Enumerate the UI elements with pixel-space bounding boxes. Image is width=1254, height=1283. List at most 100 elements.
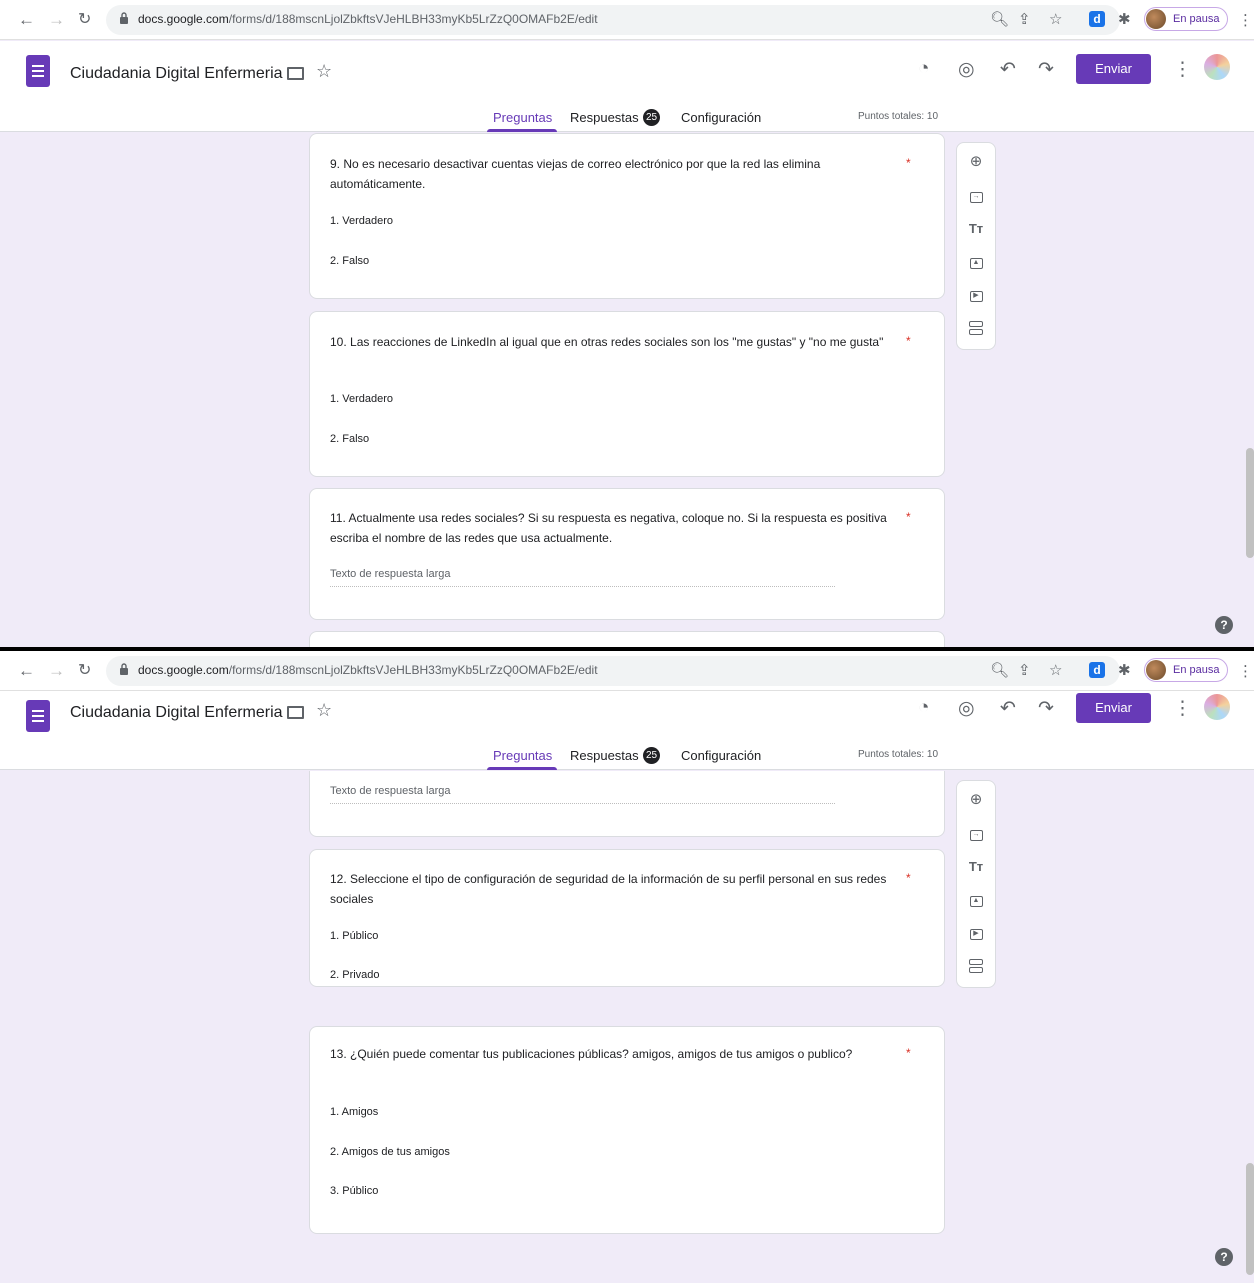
scrollbar-thumb[interactable] [1246, 1163, 1254, 1275]
question-card-13[interactable]: 13. ¿Quién puede comentar tus publicacio… [309, 1026, 945, 1234]
required-asterisk: * [906, 871, 911, 885]
add-question-icon[interactable]: ⊕ [957, 790, 995, 812]
required-asterisk: * [906, 1046, 911, 1060]
folder-icon[interactable] [287, 67, 304, 80]
responses-count-badge: 25 [643, 747, 660, 764]
option-item[interactable]: 2. Falso [330, 255, 369, 267]
option-item[interactable]: 3. Público [330, 1185, 378, 1197]
scrollbar-thumb[interactable] [1246, 448, 1254, 558]
avatar[interactable] [1204, 54, 1230, 80]
share-icon[interactable]: ⇪ [1018, 11, 1031, 29]
more-options-icon[interactable]: ⋮ [1173, 58, 1192, 81]
tab-questions[interactable]: Preguntas [493, 748, 552, 763]
add-title-icon[interactable]: Tт [957, 218, 995, 240]
question-card-11[interactable]: Texto de respuesta larga [309, 771, 945, 837]
zoom-icon[interactable]: 🔍︎ [990, 11, 1009, 29]
redo-icon[interactable]: ↷ [1038, 697, 1054, 720]
share-icon[interactable]: ⇪ [1018, 662, 1031, 680]
help-icon[interactable]: ? [1215, 1248, 1233, 1266]
question-card-10[interactable]: 10. Las reacciones de LinkedIn al igual … [309, 311, 945, 477]
palette-icon[interactable]: ◔ [918, 697, 929, 719]
form-tabs: Preguntas Respuestas Configuración [0, 107, 1254, 132]
long-answer-field[interactable]: Texto de respuesta larga [330, 568, 835, 587]
add-video-icon[interactable]: ▶ [957, 922, 995, 944]
extensions-puzzle-icon[interactable]: ✱ [1118, 662, 1131, 680]
zoom-icon[interactable]: 🔍︎ [990, 662, 1009, 680]
add-video-icon[interactable]: ▶ [957, 284, 995, 306]
option-item[interactable]: 2. Falso [330, 433, 369, 445]
browser-toolbar: ← → ↻ docs.google.com/forms/d/188mscnLjo… [0, 0, 1254, 40]
preview-eye-icon[interactable]: ◎ [958, 58, 975, 81]
back-arrow-icon[interactable]: ← [18, 10, 35, 30]
forward-arrow-icon[interactable]: → [48, 661, 65, 681]
google-forms-logo-icon[interactable] [26, 55, 50, 87]
add-question-icon[interactable]: ⊕ [957, 152, 995, 174]
send-button[interactable]: Enviar [1076, 693, 1151, 723]
palette-icon[interactable]: ◔ [918, 58, 929, 80]
tab-questions[interactable]: Preguntas [493, 110, 552, 125]
add-image-icon[interactable]: ▲ [957, 251, 995, 273]
tab-responses[interactable]: Respuestas [570, 748, 639, 763]
browser-menu-icon[interactable]: ⋮ [1238, 11, 1253, 29]
add-image-icon[interactable]: ▲ [957, 889, 995, 911]
url-text: docs.google.com/forms/d/188mscnLjolZbkft… [138, 12, 598, 26]
question-title[interactable]: 9. No es necesario desactivar cuentas vi… [330, 154, 895, 194]
question-card-9[interactable]: 9. No es necesario desactivar cuentas vi… [309, 133, 945, 299]
option-item[interactable]: 1. Verdadero [330, 215, 393, 227]
question-title[interactable]: 12. Seleccione el tipo de configuración … [330, 869, 895, 909]
forward-arrow-icon[interactable]: → [48, 10, 65, 30]
folder-icon[interactable] [287, 706, 304, 719]
floating-toolbar: ⊕ → Tт ▲ ▶ [956, 142, 996, 350]
send-button[interactable]: Enviar [1076, 54, 1151, 84]
option-item[interactable]: 1. Verdadero [330, 393, 393, 405]
tab-settings[interactable]: Configuración [681, 748, 761, 763]
reload-icon[interactable]: ↻ [78, 661, 91, 681]
tab-responses[interactable]: Respuestas [570, 110, 639, 125]
more-options-icon[interactable]: ⋮ [1173, 697, 1192, 720]
url-text: docs.google.com/forms/d/188mscnLjolZbkft… [138, 663, 598, 677]
question-card-12[interactable]: 12. Seleccione el tipo de configuración … [309, 849, 945, 987]
add-title-icon[interactable]: Tт [957, 856, 995, 878]
back-arrow-icon[interactable]: ← [18, 661, 35, 681]
responses-count-badge: 25 [643, 109, 660, 126]
extension-d-icon[interactable]: d [1089, 662, 1105, 678]
floating-toolbar: ⊕ → Tт ▲ ▶ [956, 780, 996, 988]
redo-icon[interactable]: ↷ [1038, 58, 1054, 81]
profile-paused-button[interactable]: En pausa [1144, 7, 1228, 31]
profile-paused-button[interactable]: En pausa [1144, 658, 1228, 682]
question-title[interactable]: 11. Actualmente usa redes sociales? Si s… [330, 508, 895, 548]
add-section-icon[interactable] [957, 955, 995, 977]
option-item[interactable]: 1. Amigos [330, 1106, 378, 1118]
star-icon[interactable]: ☆ [316, 700, 332, 721]
reload-icon[interactable]: ↻ [78, 10, 91, 30]
extensions-puzzle-icon[interactable]: ✱ [1118, 11, 1131, 29]
help-icon[interactable]: ? [1215, 616, 1233, 634]
bookmark-star-icon[interactable]: ☆ [1049, 662, 1062, 680]
preview-eye-icon[interactable]: ◎ [958, 697, 975, 720]
option-item[interactable]: 2. Privado [330, 969, 380, 981]
document-title[interactable]: Ciudadania Digital Enfermeria [70, 704, 283, 722]
undo-icon[interactable]: ↶ [1000, 58, 1016, 81]
import-questions-icon[interactable]: → [957, 185, 995, 207]
tab-settings[interactable]: Configuración [681, 110, 761, 125]
import-questions-icon[interactable]: → [957, 823, 995, 845]
avatar[interactable] [1204, 694, 1230, 720]
avatar [1146, 660, 1166, 680]
question-title[interactable]: 13. ¿Quién puede comentar tus publicacio… [330, 1044, 895, 1064]
google-forms-logo-icon[interactable] [26, 700, 50, 732]
add-section-icon[interactable] [957, 317, 995, 339]
browser-menu-icon[interactable]: ⋮ [1238, 662, 1253, 680]
star-icon[interactable]: ☆ [316, 61, 332, 82]
question-card-peek[interactable] [309, 631, 945, 647]
question-title[interactable]: 10. Las reacciones de LinkedIn al igual … [330, 332, 895, 352]
bookmark-star-icon[interactable]: ☆ [1049, 11, 1062, 29]
long-answer-field[interactable]: Texto de respuesta larga [330, 785, 835, 804]
extension-d-icon[interactable]: d [1089, 11, 1105, 27]
form-tabs: Preguntas Respuestas Configuración [0, 745, 1254, 770]
option-item[interactable]: 1. Público [330, 930, 378, 942]
option-item[interactable]: 2. Amigos de tus amigos [330, 1146, 450, 1158]
screenshot-frame-top: ← → ↻ docs.google.com/forms/d/188mscnLjo… [0, 0, 1254, 647]
undo-icon[interactable]: ↶ [1000, 697, 1016, 720]
question-card-11[interactable]: 11. Actualmente usa redes sociales? Si s… [309, 488, 945, 620]
document-title[interactable]: Ciudadania Digital Enfermeria [70, 65, 283, 83]
